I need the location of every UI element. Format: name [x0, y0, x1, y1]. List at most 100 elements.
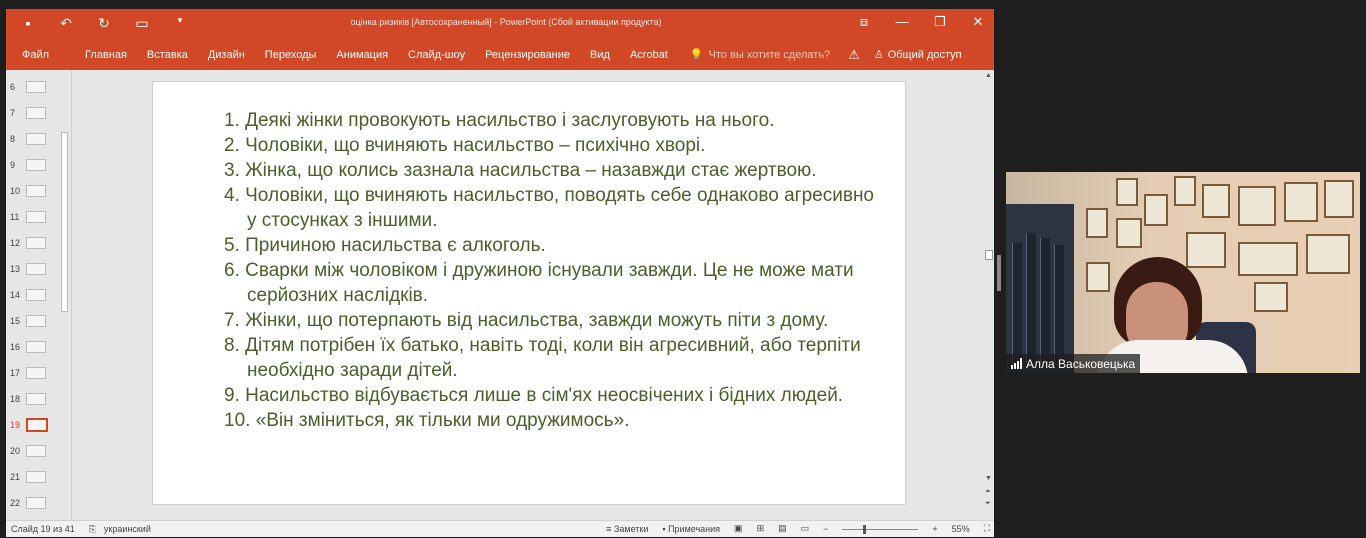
slide-statement: 6. Сварки між чоловіком і дружиною існув… [224, 260, 854, 306]
wall-certificate [1086, 208, 1108, 238]
slide-thumbnail-number: 10 [10, 186, 21, 196]
person-icon: ♙ [873, 49, 884, 61]
share-label: Общий доступ [887, 48, 962, 61]
tab-design[interactable]: Дизайн [198, 49, 255, 61]
thumbnails-scroll-thumb[interactable] [61, 132, 68, 312]
signal-strength-icon [1011, 358, 1022, 369]
spellcheck-icon[interactable]: ⎘ [89, 524, 96, 535]
slide-thumbnail-image [26, 445, 46, 457]
zoom-out-icon[interactable]: − [823, 524, 828, 534]
wall-certificate [1284, 182, 1318, 222]
wall-certificate [1144, 194, 1168, 226]
slideshow-view-icon[interactable]: ▭ [801, 523, 810, 534]
tab-file[interactable]: Файл [6, 49, 75, 61]
zoom-track [842, 528, 919, 530]
slide-thumbnail-image [26, 237, 46, 249]
close-button[interactable]: ✕ [970, 14, 986, 30]
normal-view-icon[interactable]: ▣ [734, 523, 743, 534]
thumbnails-scrollbar[interactable] [60, 72, 69, 516]
slide-thumbnail-image [26, 81, 46, 93]
customize-qat-icon[interactable]: ▾ [172, 15, 188, 32]
slide-thumbnail-number: 9 [10, 160, 16, 170]
slide-sorter-icon[interactable]: ⊞ [757, 523, 765, 534]
participant-name: Алла Васьковецька [1026, 356, 1136, 371]
editor-scroll-thumb[interactable] [985, 250, 993, 260]
save-icon[interactable]: ▪ [20, 15, 36, 32]
slide-statement: 7. Жінки, що потерпають від насильства, … [224, 310, 829, 331]
previous-slide-icon[interactable]: ⏶ [985, 488, 991, 496]
wall-certificate [1324, 180, 1354, 218]
slide-statement: 9. Насильство відбувається лише в сім'ях… [224, 385, 844, 406]
tab-transitions[interactable]: Переходы [255, 49, 327, 61]
reading-view-icon[interactable]: ▤ [778, 523, 787, 534]
scroll-down-arrow-icon[interactable]: ▼ [985, 475, 992, 482]
slide-thumbnail-number: 14 [10, 290, 21, 300]
wall-certificate [1238, 242, 1298, 276]
tell-me-box[interactable]: 💡 Что вы хотите сделать? [689, 48, 831, 62]
wall-certificate [1086, 262, 1110, 292]
tab-animations[interactable]: Анимация [326, 49, 398, 61]
notes-label: Заметки [613, 523, 649, 534]
next-slide-icon[interactable]: ⏷ [985, 500, 991, 508]
slide-thumbnail-number: 20 [10, 446, 21, 456]
zoom-level[interactable]: 55% [952, 524, 970, 534]
warning-icon[interactable]: ⚠ [848, 47, 860, 63]
wall-certificate [1254, 282, 1288, 312]
slide-statement: 10. «Він зміниться, як тільки ми одружим… [224, 410, 630, 431]
tab-home[interactable]: Главная [75, 49, 137, 61]
slide-thumbnail-number: 6 [10, 82, 16, 92]
zoom-in-icon[interactable]: + [932, 524, 937, 534]
slide-thumbnail-number: 17 [10, 368, 21, 378]
slide-thumbnail-image [26, 133, 46, 145]
tell-me-placeholder: Что вы хотите сделать? [708, 48, 831, 61]
zoom-knob[interactable] [863, 524, 867, 534]
ribbon-tabs: Файл Главная Вставка Дизайн Переходы Ани… [6, 39, 994, 70]
video-tile[interactable]: Алла Васьковецька [1006, 172, 1360, 373]
slide-thumbnail-image [26, 497, 46, 509]
comments-button[interactable]: ▪ Примечания [662, 524, 720, 534]
ribbon-display-options-icon[interactable]: ⧈ [856, 14, 872, 30]
notes-button[interactable]: ≡ Заметки [606, 524, 648, 534]
slide-thumbnail-image [26, 159, 46, 171]
slide-thumbnail-number: 16 [10, 342, 21, 352]
wall-certificate [1174, 176, 1196, 206]
slideshow-from-start-icon[interactable]: ▭ [134, 15, 150, 32]
video-shelf [1006, 204, 1074, 373]
slide-statement: 2. Чоловіки, що вчиняють насильство – пс… [224, 135, 706, 156]
slide-thumbnail-image [26, 263, 46, 275]
slide-thumbnail-image [26, 315, 46, 327]
slide-thumbnail-image [26, 367, 46, 379]
lightbulb-icon: 💡 [689, 49, 704, 61]
redo-icon[interactable]: ↻ [96, 15, 112, 32]
wall-certificate [1186, 232, 1226, 268]
restore-button[interactable]: ❐ [932, 14, 948, 30]
tab-review[interactable]: Рецензирование [475, 49, 580, 61]
editor-scrollbar[interactable]: ▲ ▼ ⏶ ⏷ [984, 70, 994, 520]
quick-access-toolbar: ▪ ↶ ↻ ▭ ▾ [20, 15, 188, 32]
slide-statement: 8. Дітям потрібен їх батько, навіть тоді… [224, 335, 861, 381]
wall-certificate [1202, 184, 1230, 218]
minimize-button[interactable]: — [894, 14, 910, 30]
slide-thumbnail-image [26, 107, 46, 119]
wall-certificate [1306, 234, 1350, 274]
slide-thumbnail-image [26, 471, 46, 483]
slide-statement: 1. Деякі жінки провокують насильство і з… [224, 110, 775, 131]
current-slide[interactable]: 1. Деякі жінки провокують насильство і з… [152, 81, 906, 505]
title-bar: ▪ ↶ ↻ ▭ ▾ оцінка ризиків [Автосохраненны… [6, 9, 994, 39]
slide-thumbnail-number: 12 [10, 238, 21, 248]
slide-statement: 4. Чоловіки, що вчиняють насильство, пов… [224, 185, 874, 231]
scroll-up-arrow-icon[interactable]: ▲ [985, 72, 992, 79]
slide-thumbnail-number: 18 [10, 394, 21, 404]
tab-view[interactable]: Вид [580, 49, 620, 61]
tab-slideshow[interactable]: Слайд-шоу [398, 49, 475, 61]
panel-divider-handle[interactable] [997, 255, 1001, 291]
undo-icon[interactable]: ↶ [58, 15, 74, 32]
zoom-slider[interactable] [842, 524, 919, 534]
tab-insert[interactable]: Вставка [137, 49, 198, 61]
status-bar: Слайд 19 из 41 ⎘ украинский ≡ Заметки ▪ … [6, 520, 994, 537]
slide-statements-list: 1. Деякі жінки провокують насильство і з… [217, 108, 887, 433]
fit-to-window-icon[interactable]: ⛶ [984, 523, 990, 534]
share-button[interactable]: ♙ Общий доступ [873, 48, 962, 62]
tab-acrobat[interactable]: Acrobat [620, 49, 678, 61]
language-indicator[interactable]: украинский [104, 524, 151, 534]
